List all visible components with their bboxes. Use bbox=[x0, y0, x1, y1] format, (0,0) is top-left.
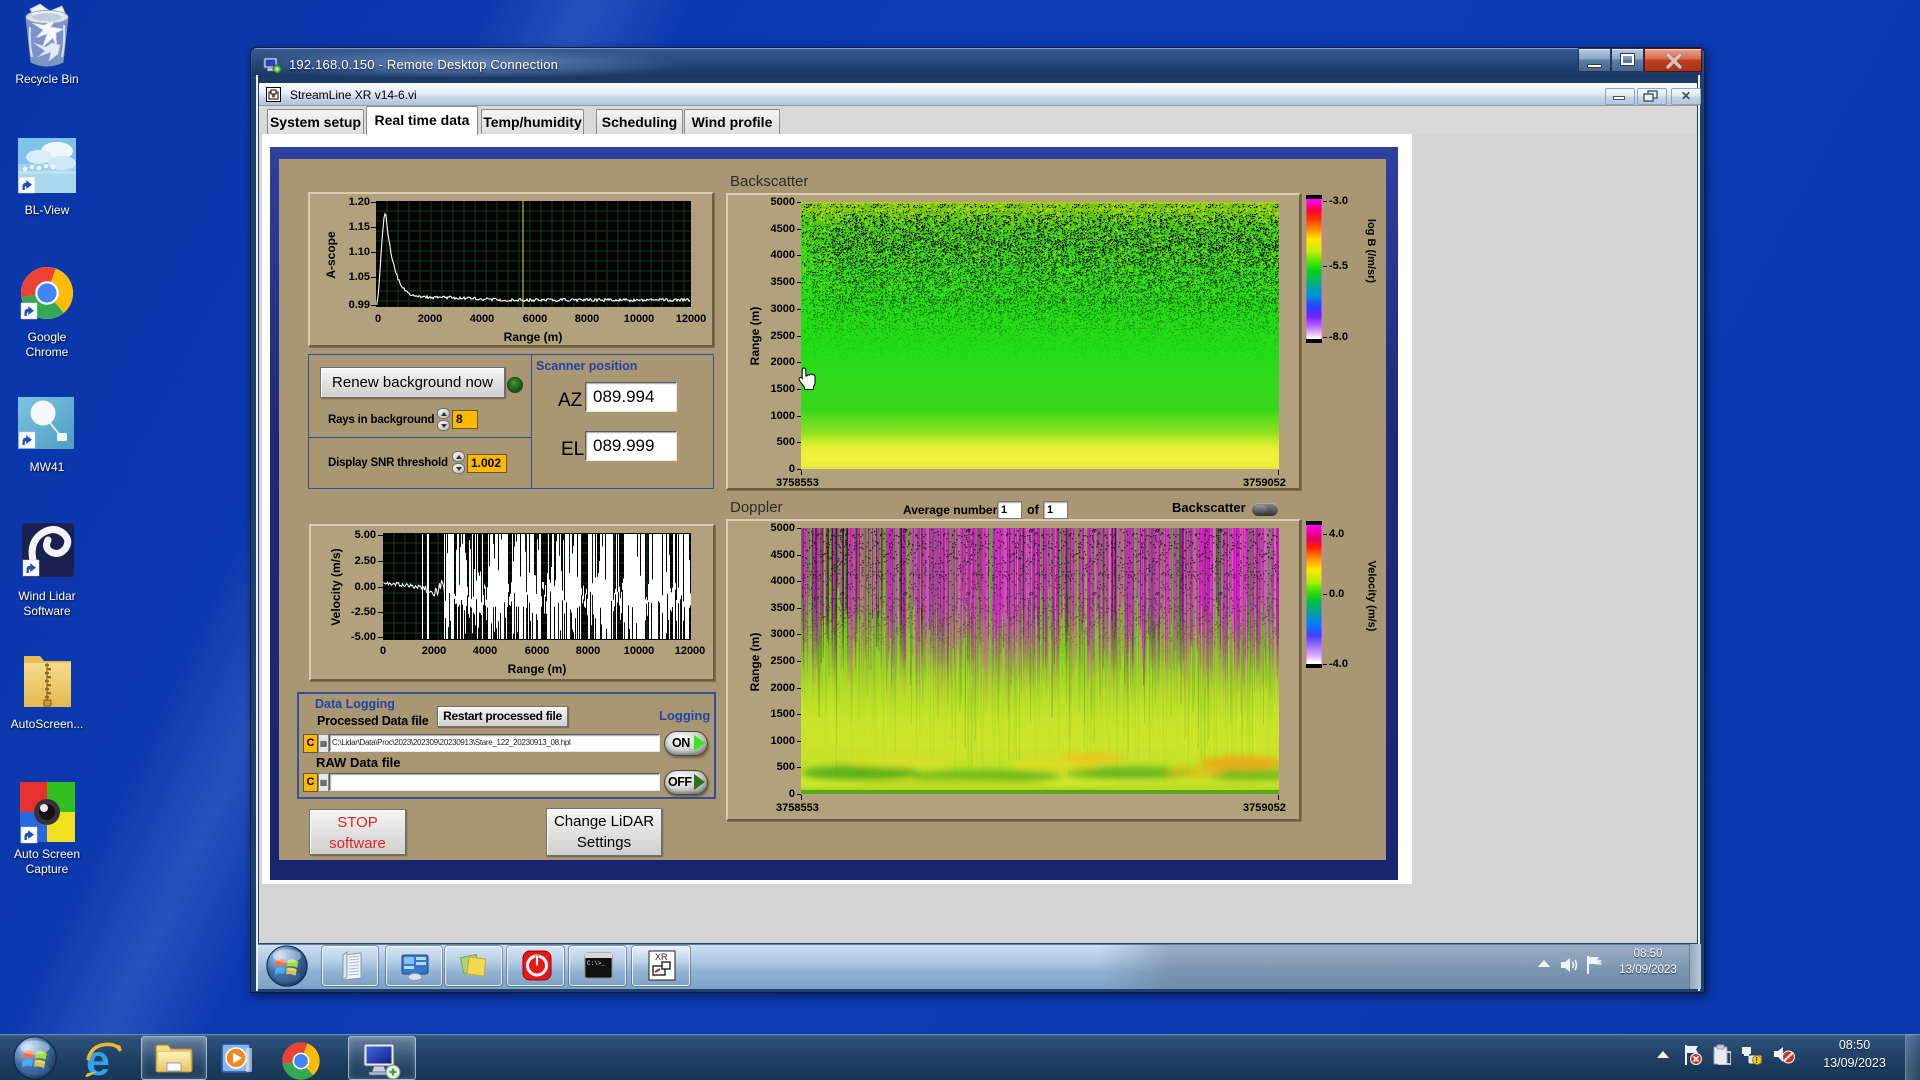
svg-text:!: ! bbox=[1755, 1056, 1758, 1065]
svg-text:C:\>_: C:\>_ bbox=[587, 960, 605, 967]
svg-text:XR: XR bbox=[655, 952, 668, 962]
